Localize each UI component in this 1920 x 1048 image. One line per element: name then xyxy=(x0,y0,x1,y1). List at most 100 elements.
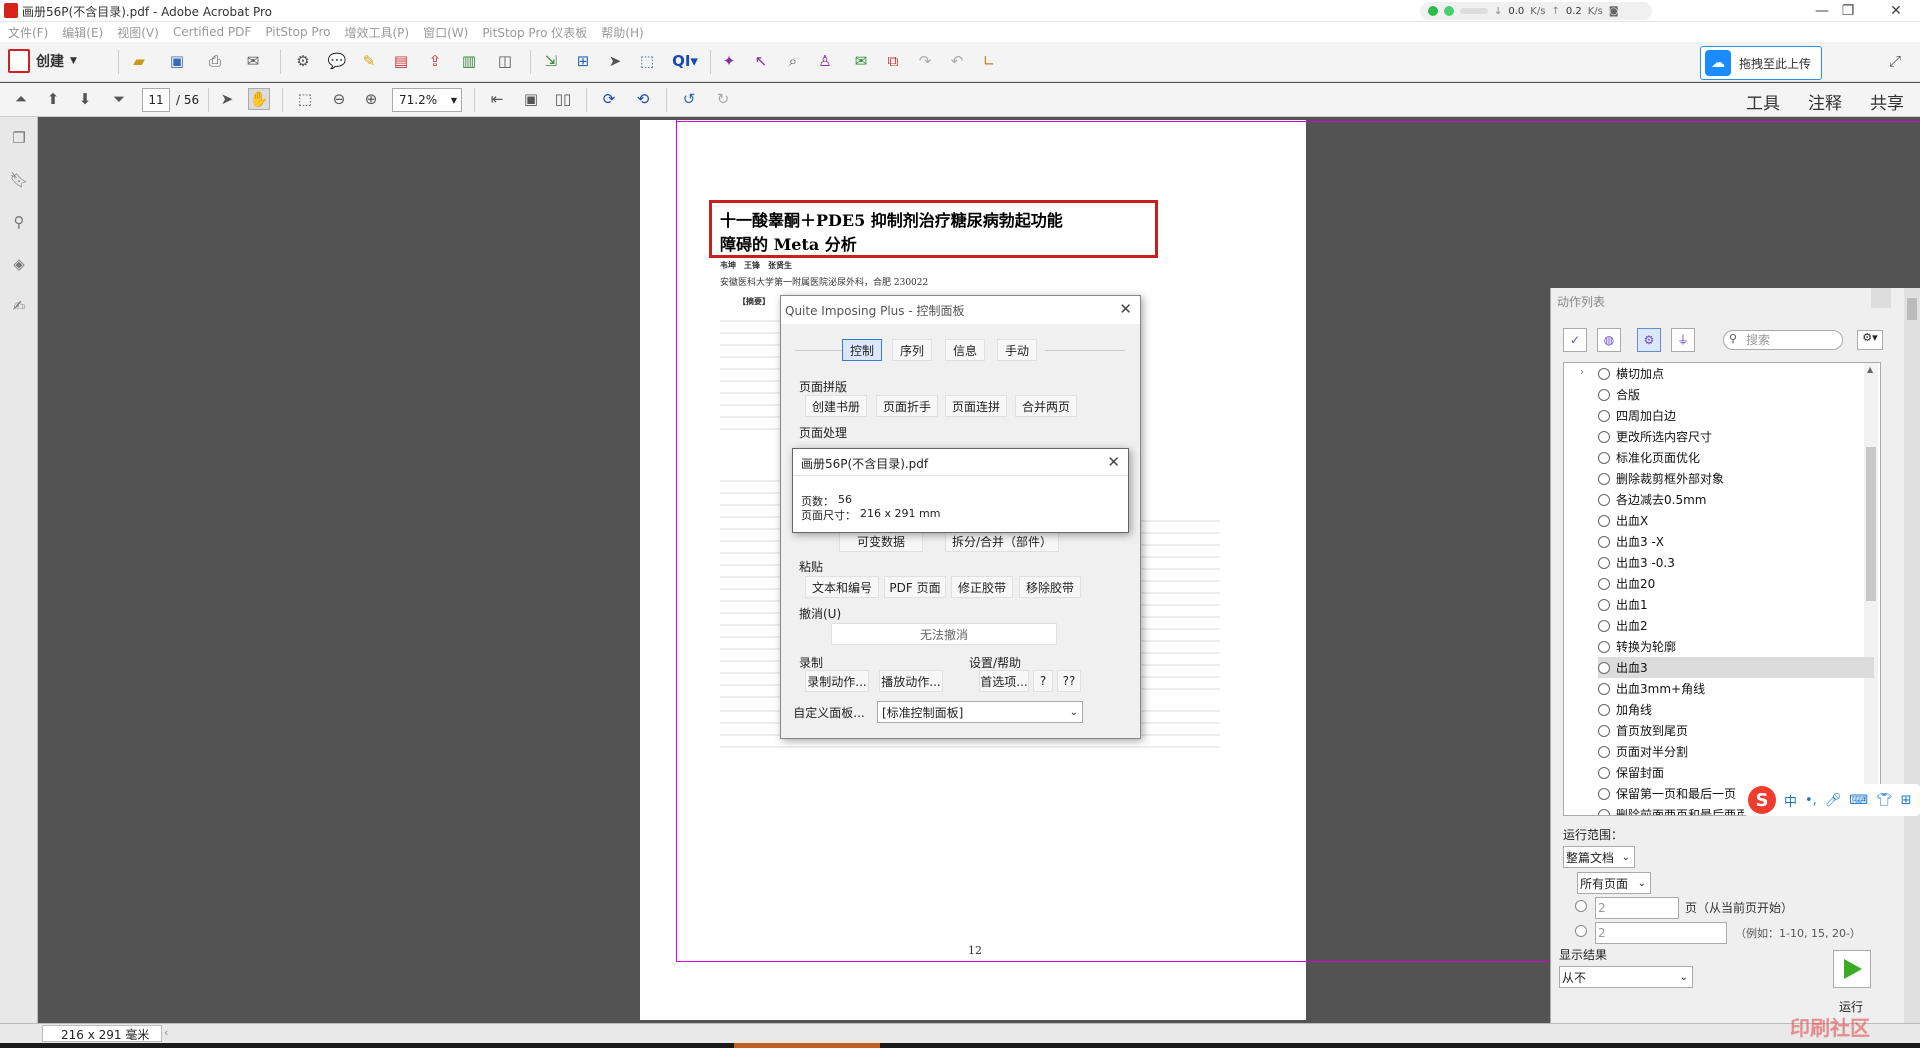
variable-data-button[interactable]: 可变数据 xyxy=(839,530,923,552)
page-fold-button[interactable]: 页面折手 xyxy=(876,395,938,417)
close-icon[interactable]: ✕ xyxy=(1107,453,1120,471)
pages-select[interactable]: 所有页面 ⌄ xyxy=(1577,872,1651,894)
ime-lang[interactable]: 中 xyxy=(1784,791,1797,810)
create-button[interactable]: 创建 ▼ xyxy=(8,49,77,73)
action-item[interactable]: 各边减去0.5mm xyxy=(1598,489,1874,510)
menu-help[interactable]: 帮助(H) xyxy=(601,24,643,41)
action-item[interactable]: 出血2 xyxy=(1598,615,1874,636)
gear-icon[interactable]: ⚙ xyxy=(1637,328,1661,352)
undo-icon[interactable]: ↶ xyxy=(946,50,968,72)
filter-icon[interactable]: ⏚ xyxy=(1671,328,1695,352)
menu-certified-pdf[interactable]: Certified PDF xyxy=(173,25,252,39)
redo-icon[interactable]: ↷ xyxy=(914,50,936,72)
edit-tool-icon[interactable]: ✦ xyxy=(718,50,740,72)
menu-view[interactable]: 视图(V) xyxy=(117,24,159,41)
maximize-button[interactable]: ❐ xyxy=(1826,0,1870,22)
tab-manual[interactable]: 手动 xyxy=(997,339,1037,361)
zoom-out-icon[interactable]: ⊖ xyxy=(328,88,350,110)
combine-icon[interactable]: ▥ xyxy=(458,50,480,72)
tools-link[interactable]: 工具 xyxy=(1746,89,1780,114)
fix-tape-button[interactable]: 修正胶带 xyxy=(951,576,1013,598)
range-select[interactable]: 整篇文档 ⌄ xyxy=(1563,846,1635,868)
two-page-icon[interactable]: ▯▯ xyxy=(552,88,574,110)
close-button[interactable]: ✕ xyxy=(1874,0,1918,22)
zoom-in-icon[interactable]: ⊕ xyxy=(360,88,382,110)
highlight-icon[interactable]: ✎ xyxy=(358,50,380,72)
range-from-radio[interactable] xyxy=(1575,900,1587,912)
layers-icon[interactable]: ◈ xyxy=(8,253,30,275)
help-button[interactable]: ? xyxy=(1033,670,1053,692)
undo-button[interactable]: 无法撤消 xyxy=(831,623,1057,645)
rotate-right-icon[interactable]: ↻ xyxy=(712,88,734,110)
pages-icon[interactable]: ❐ xyxy=(8,127,30,149)
globe-icon[interactable]: ◍ xyxy=(1597,328,1621,352)
qi-icon[interactable]: QI▾ xyxy=(668,50,702,72)
upload-button[interactable]: ☁ 拖拽至此上传 xyxy=(1700,46,1822,80)
action-item[interactable]: 加角线 xyxy=(1598,699,1874,720)
grid-icon[interactable]: ⊞ xyxy=(1901,793,1912,808)
panel-close-button[interactable] xyxy=(1871,288,1891,308)
marquee-zoom-icon[interactable]: ⬚ xyxy=(294,88,316,110)
action-item[interactable]: 标准化页面优化 xyxy=(1598,447,1874,468)
action-item[interactable]: 出血3mm+角线 xyxy=(1598,678,1874,699)
hand-tool-icon[interactable]: ✋ xyxy=(248,88,270,110)
fit-width-icon[interactable]: ⇤ xyxy=(486,88,508,110)
remove-tape-button[interactable]: 移除胶带 xyxy=(1019,576,1081,598)
action-item[interactable]: 页面对半分割 xyxy=(1598,741,1874,762)
action-item[interactable]: 转换为轮廓 xyxy=(1598,636,1874,657)
action-item[interactable]: 横切加点 xyxy=(1598,363,1874,384)
custom-panel-button[interactable]: 自定义面板... xyxy=(793,701,865,723)
action-item[interactable]: 出血3 -X xyxy=(1598,531,1874,552)
menu-file[interactable]: 文件(F) xyxy=(8,24,48,41)
email-icon[interactable]: ✉ xyxy=(242,50,264,72)
action-item[interactable]: 出血20 xyxy=(1598,573,1874,594)
first-page-icon[interactable]: ⏶ xyxy=(10,88,32,110)
select-object-icon[interactable]: ⬚ xyxy=(636,50,658,72)
panel-select[interactable]: [标准控制面板] ⌄ xyxy=(877,701,1083,723)
select-cursor-icon[interactable]: ➤ xyxy=(216,88,238,110)
print-icon[interactable]: ⎙ xyxy=(204,50,226,72)
menu-window[interactable]: 窗口(W) xyxy=(423,24,468,41)
signatures-icon[interactable]: ✍ xyxy=(8,295,30,317)
action-item[interactable]: 四周加白边 xyxy=(1598,405,1874,426)
preferences-button[interactable]: 首选项... xyxy=(979,670,1029,692)
pitstop-icon[interactable]: ⇲ xyxy=(540,50,562,72)
bookmarks-icon[interactable]: 🔖︎ xyxy=(8,169,30,191)
action-item[interactable]: 保留封面 xyxy=(1598,762,1874,783)
merge-pages-button[interactable]: 合并两页 xyxy=(1015,395,1077,417)
zoom-page-icon[interactable]: ⌕ xyxy=(782,50,804,72)
play-action-button[interactable]: 播放动作... xyxy=(879,670,943,692)
action-item[interactable]: 更改所选内容尺寸 xyxy=(1598,426,1874,447)
comment-icon[interactable]: 💬 xyxy=(326,50,348,72)
search-input[interactable]: 搜索 xyxy=(1723,330,1843,350)
action-item[interactable]: 出血X xyxy=(1598,510,1874,531)
range-custom-radio[interactable] xyxy=(1575,925,1587,937)
crop-tool-icon[interactable]: ⧉ xyxy=(882,50,904,72)
record-action-button[interactable]: 录制动作... xyxy=(805,670,869,692)
read-mode-icon[interactable]: ⟳ xyxy=(598,88,620,110)
page-number-input[interactable]: 11 xyxy=(142,88,170,112)
rotate-left-icon[interactable]: ↺ xyxy=(678,88,700,110)
camera-icon[interactable]: ◙ xyxy=(1609,6,1619,17)
scroll-left-icon[interactable]: ‹ xyxy=(164,1026,168,1039)
pdf-tool-icon[interactable]: ▤ xyxy=(390,50,412,72)
create-booklet-button[interactable]: 创建书册 xyxy=(805,395,867,417)
save-icon[interactable]: ▣ xyxy=(166,50,188,72)
attachments-icon[interactable]: ⚲ xyxy=(8,211,30,233)
action-item[interactable]: 删除裁剪框外部对象 xyxy=(1598,468,1874,489)
menu-edit[interactable]: 编辑(E) xyxy=(62,24,103,41)
tab-sequence[interactable]: 序列 xyxy=(892,339,932,361)
show-results-select[interactable]: 从不 ⌄ xyxy=(1559,966,1693,988)
tab-control[interactable]: 控制 xyxy=(842,339,882,361)
check-icon[interactable]: ✓ xyxy=(1563,328,1587,352)
split-merge-button[interactable]: 拆分/合并（部件） xyxy=(945,530,1059,552)
keyboard-icon[interactable]: ⌨ xyxy=(1849,793,1868,808)
action-item[interactable]: 出血3 -0.3 xyxy=(1598,552,1874,573)
export-icon[interactable]: ⇪ xyxy=(424,50,446,72)
mail-tool-icon[interactable]: ✉ xyxy=(850,50,872,72)
tab-info[interactable]: 信息 xyxy=(945,339,985,361)
options-gear-icon[interactable]: ⚙▾ xyxy=(1857,330,1883,350)
action-item[interactable]: 首页放到尾页 xyxy=(1598,720,1874,741)
close-icon[interactable]: ✕ xyxy=(1119,300,1132,318)
from-page-input[interactable]: 2 xyxy=(1595,897,1679,919)
